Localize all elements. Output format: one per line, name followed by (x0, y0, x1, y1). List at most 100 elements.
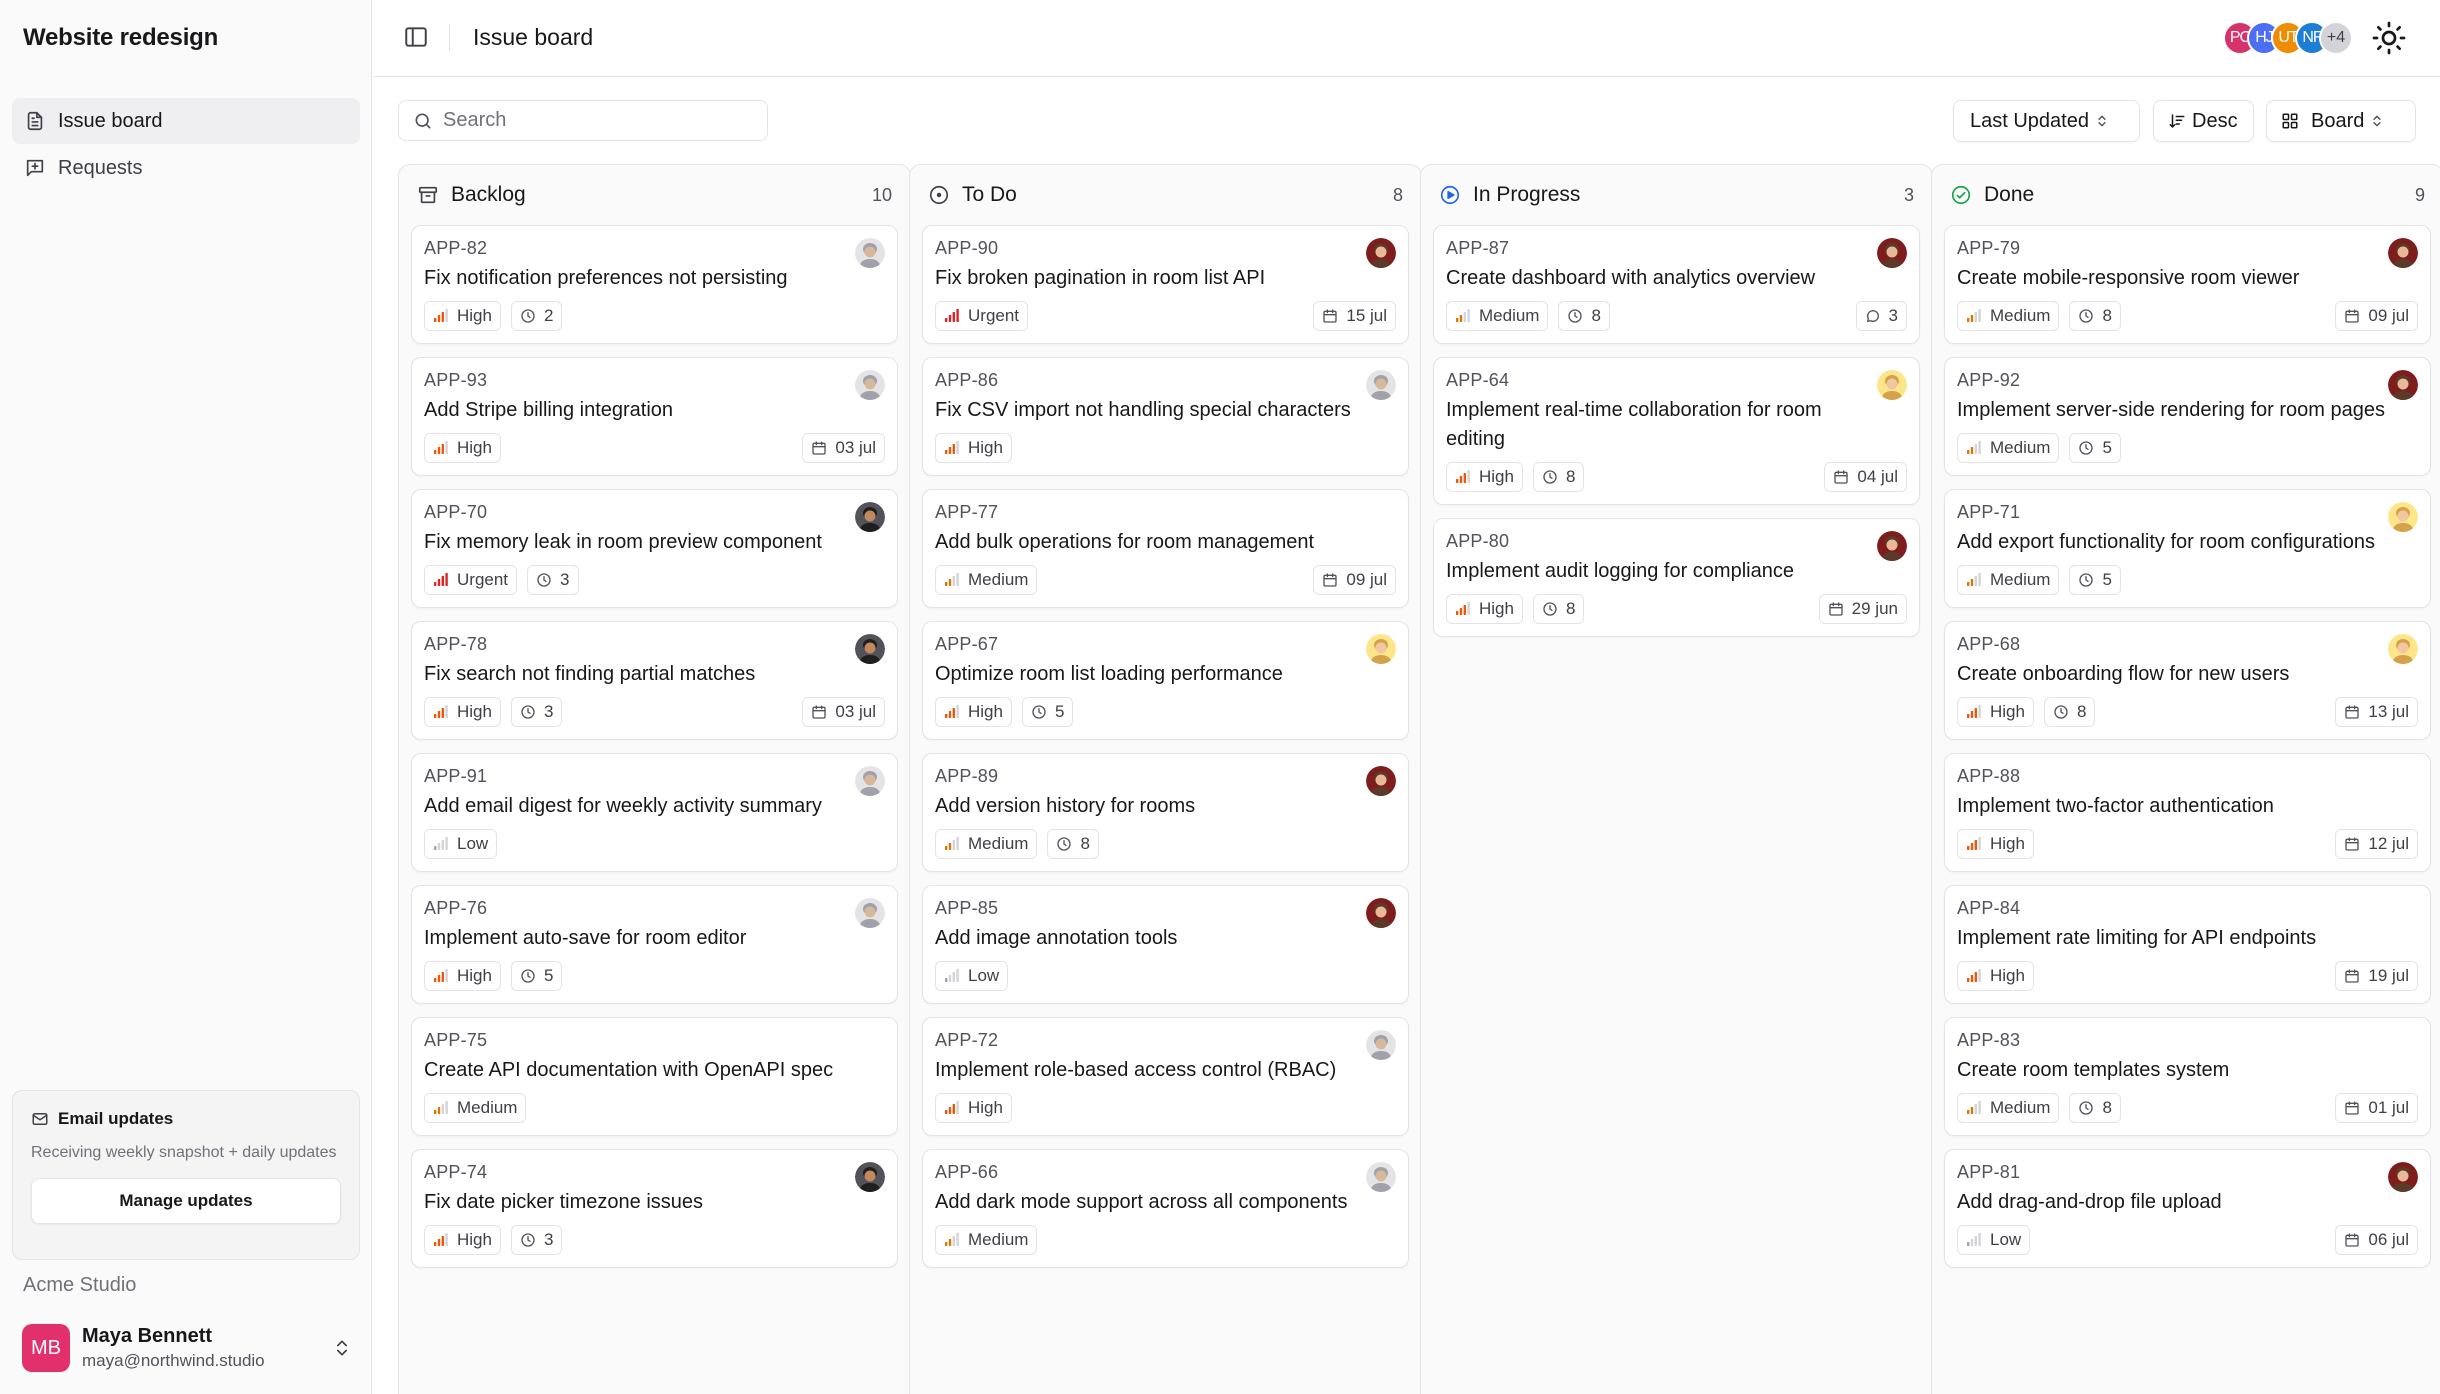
manage-updates-button[interactable]: Manage updates (31, 1178, 341, 1224)
priority-badge[interactable]: High (424, 301, 501, 331)
priority-badge[interactable]: Medium (1446, 301, 1549, 331)
assignee-avatar[interactable] (2388, 238, 2418, 268)
sidebar-item-label: Requests (58, 156, 143, 179)
issue-card[interactable]: APP-70 Fix memory leak in room preview co… (411, 489, 898, 608)
issue-card[interactable]: APP-72 Implement role-based access contro… (922, 1017, 1409, 1136)
issue-card[interactable]: APP-67 Optimize room list loading perform… (922, 621, 1409, 740)
priority-badge[interactable]: Low (424, 829, 498, 859)
search-input[interactable] (443, 109, 743, 132)
assignee-avatar[interactable] (1877, 531, 1907, 561)
sun-icon[interactable] (2371, 20, 2407, 56)
user-menu[interactable]: MB Maya Bennett maya@northwind.studio (22, 1320, 352, 1376)
issue-card[interactable]: APP-81 Add drag-and-drop file upload Low 06… (1944, 1149, 2431, 1268)
issue-card[interactable]: APP-86 Fix CSV import not handling specia… (922, 357, 1409, 476)
priority-badge[interactable]: High (935, 697, 1012, 727)
priority-badge[interactable]: High (424, 433, 501, 463)
priority-badge[interactable]: Medium (935, 829, 1038, 859)
member-avatars[interactable]: PC HJ UT NF +4 (2223, 21, 2353, 55)
sidebar-item-issue-board[interactable]: Issue board (12, 98, 360, 144)
issue-card[interactable]: APP-77 Add bulk operations for room manag… (922, 489, 1409, 608)
issue-card[interactable]: APP-78 Fix search not finding partial mat… (411, 621, 898, 740)
issue-card[interactable]: APP-66 Add dark mode support across all c… (922, 1149, 1409, 1268)
issue-card[interactable]: APP-75 Create API documentation with Open… (411, 1017, 898, 1136)
priority-badge[interactable]: Medium (1957, 433, 2060, 463)
issue-card[interactable]: APP-71 Add export functionality for room … (1944, 489, 2431, 608)
priority-badge[interactable]: High (1446, 462, 1523, 492)
assignee-avatar[interactable] (1877, 238, 1907, 268)
issue-card[interactable]: APP-91 Add email digest for weekly activi… (411, 753, 898, 872)
issue-card[interactable]: APP-64 Implement real-time collaboration … (1433, 357, 1920, 505)
assignee-avatar[interactable] (2388, 370, 2418, 400)
issue-card[interactable]: APP-92 Implement server-side rendering fo… (1944, 357, 2431, 476)
priority-badge[interactable]: High (1957, 697, 2034, 727)
workspace-title: Website redesign (23, 24, 219, 51)
issue-card[interactable]: APP-90 Fix broken pagination in room list… (922, 225, 1409, 344)
assignee-avatar[interactable] (1366, 634, 1396, 664)
priority-badge[interactable]: High (424, 1225, 501, 1255)
assignee-avatar[interactable] (1877, 370, 1907, 400)
priority-badge[interactable]: High (1446, 594, 1523, 624)
sort-field-select[interactable]: Last Updated (1953, 100, 2140, 142)
priority-badge[interactable]: Medium (935, 565, 1038, 595)
assignee-avatar[interactable] (1366, 370, 1396, 400)
issue-card[interactable]: APP-83 Create room templates system Medium… (1944, 1017, 2431, 1136)
assignee-avatar[interactable] (855, 238, 885, 268)
view-select[interactable]: Board (2266, 100, 2416, 142)
priority-badge[interactable]: Urgent (424, 565, 518, 595)
issue-card[interactable]: APP-76 Implement auto-save for room edito… (411, 885, 898, 1004)
comments-badge[interactable]: 3 (1855, 301, 1907, 331)
clock-icon (2079, 441, 2094, 455)
issue-card[interactable]: APP-89 Add version history for rooms Mediu… (922, 753, 1409, 872)
priority-badge[interactable]: High (935, 433, 1012, 463)
estimate-badge: 8 (1047, 829, 1099, 859)
assignee-avatar[interactable] (855, 1162, 885, 1192)
assignee-avatar[interactable] (855, 370, 885, 400)
assignee-avatar[interactable] (1366, 238, 1396, 268)
priority-badge[interactable]: High (935, 1093, 1012, 1123)
priority-badge[interactable]: Low (935, 961, 1009, 991)
priority-badge[interactable]: Urgent (935, 301, 1029, 331)
issue-card[interactable]: APP-84 Implement rate limiting for API en… (1944, 885, 2431, 1004)
assignee-avatar[interactable] (1366, 1162, 1396, 1192)
assignee-avatar[interactable] (855, 898, 885, 928)
issue-card[interactable]: APP-85 Add image annotation tools Low (922, 885, 1409, 1004)
issue-card[interactable]: APP-93 Add Stripe billing integration High… (411, 357, 898, 476)
sort-order-button[interactable]: Desc (2153, 100, 2254, 142)
assignee-avatar[interactable] (855, 634, 885, 664)
assignee-avatar[interactable] (2388, 1162, 2418, 1192)
search-box[interactable] (398, 100, 768, 141)
priority-badge[interactable]: Medium (1957, 1093, 2060, 1123)
sidebar-item-requests[interactable]: Requests (12, 145, 360, 191)
issue-card[interactable]: APP-74 Fix date picker timezone issues Hig… (411, 1149, 898, 1268)
document-icon (27, 111, 43, 131)
issue-card[interactable]: APP-68 Create onboarding flow for new use… (1944, 621, 2431, 740)
issue-meta: High 5 (935, 697, 1396, 727)
priority-badge[interactable]: High (1957, 829, 2034, 859)
assignee-avatar[interactable] (1366, 766, 1396, 796)
priority-badge[interactable]: Medium (424, 1093, 527, 1123)
issue-card[interactable]: APP-87 Create dashboard with analytics ov… (1433, 225, 1920, 344)
estimate-value: 2 (543, 306, 554, 325)
priority-badge[interactable]: Medium (935, 1225, 1038, 1255)
priority-badge[interactable]: Low (1957, 1225, 2031, 1255)
priority-label: High (1479, 599, 1514, 618)
issue-card[interactable]: APP-88 Implement two-factor authenticatio… (1944, 753, 2431, 872)
assignee-avatar[interactable] (855, 766, 885, 796)
assignee-avatar[interactable] (855, 502, 885, 532)
issue-card[interactable]: APP-79 Create mobile-responsive room view… (1944, 225, 2431, 344)
issue-card[interactable]: APP-80 Implement audit logging for compli… (1433, 518, 1920, 637)
assignee-avatar[interactable] (1366, 898, 1396, 928)
issue-card[interactable]: APP-82 Fix notification preferences not p… (411, 225, 898, 344)
org-name: Acme Studio (23, 1274, 137, 1296)
priority-badge[interactable]: High (1957, 961, 2034, 991)
priority-badge[interactable]: Medium (1957, 565, 2060, 595)
issue-title: Fix broken pagination in room list API (935, 267, 1266, 289)
priority-badge[interactable]: High (424, 697, 501, 727)
assignee-avatar[interactable] (1366, 1030, 1396, 1060)
assignee-avatar[interactable] (2388, 502, 2418, 532)
priority-badge[interactable]: Medium (1957, 301, 2060, 331)
priority-label: Low (457, 834, 489, 853)
sidebar-toggle-icon[interactable] (403, 24, 429, 50)
assignee-avatar[interactable] (2388, 634, 2418, 664)
priority-badge[interactable]: High (424, 961, 501, 991)
